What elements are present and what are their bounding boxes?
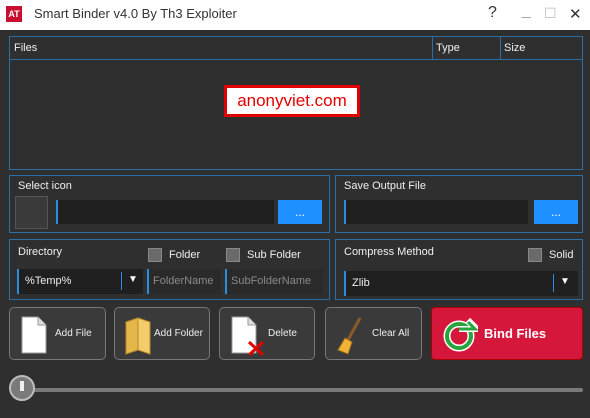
compress-method-label: Compress Method	[344, 246, 434, 258]
close-button[interactable]: ✕	[569, 5, 582, 23]
subfolder-name-input[interactable]: SubFolderName	[225, 269, 323, 294]
icon-browse-button[interactable]: ...	[278, 200, 322, 224]
select-icon-label: Select icon	[18, 180, 72, 192]
chevron-down-icon: ▼	[128, 274, 138, 285]
icon-path-input[interactable]	[56, 200, 274, 224]
delete-label: Delete	[268, 328, 297, 339]
clear-all-label: Clear All	[372, 328, 410, 339]
solid-checkbox-label: Solid	[549, 249, 574, 261]
alert-icon	[20, 381, 24, 391]
progress-bar[interactable]	[9, 375, 583, 405]
column-type[interactable]: Type	[436, 42, 460, 54]
broom-icon	[337, 317, 362, 355]
minimize-button[interactable]: _	[522, 2, 531, 20]
chevron-down-icon: ▼	[560, 276, 570, 287]
solid-checkbox[interactable]	[528, 248, 542, 262]
file-icon	[21, 316, 47, 354]
app-icon: AT	[6, 6, 22, 22]
output-path-input[interactable]	[344, 200, 528, 224]
select-icon-panel: Select icon ...	[9, 175, 330, 233]
maximize-button[interactable]: ☐	[544, 5, 557, 22]
compress-select[interactable]: Zlib ▼	[344, 271, 578, 296]
folder-name-input[interactable]: FolderName	[147, 269, 221, 294]
column-files[interactable]: Files	[14, 42, 37, 54]
add-folder-label: Add Folder	[154, 328, 203, 339]
delete-button[interactable]: Delete	[219, 307, 315, 360]
directory-select[interactable]: %Temp% ▼	[17, 269, 143, 294]
folder-checkbox-label: Folder	[169, 249, 201, 261]
bind-files-button[interactable]: Bind Files	[431, 307, 583, 360]
files-table-header: Files Type Size	[10, 37, 582, 60]
clear-all-button[interactable]: Clear All	[325, 307, 422, 360]
add-folder-button[interactable]: Add Folder	[114, 307, 210, 360]
save-output-label: Save Output File	[344, 180, 426, 192]
folder-icon	[125, 317, 151, 355]
directory-panel: Directory Folder Sub Folder %Temp% ▼ Fol…	[9, 239, 330, 300]
icon-preview	[15, 196, 48, 229]
output-browse-button[interactable]: ...	[534, 200, 578, 224]
title-bar: AT Smart Binder v4.0 By Th3 Exploiter ? …	[0, 0, 590, 30]
column-size[interactable]: Size	[504, 42, 525, 54]
subfolder-checkbox[interactable]	[226, 248, 240, 262]
files-table[interactable]: Files Type Size anonyviet.com	[9, 36, 583, 170]
window-title: Smart Binder v4.0 By Th3 Exploiter	[34, 6, 237, 21]
bind-files-label: Bind Files	[484, 326, 547, 341]
watermark-logo: anonyviet.com	[224, 85, 360, 117]
directory-label: Directory	[18, 246, 63, 258]
progress-track	[31, 388, 583, 392]
directory-select-value: %Temp%	[25, 275, 72, 287]
compress-panel: Compress Method Solid Zlib ▼	[335, 239, 583, 300]
save-output-panel: Save Output File ...	[335, 175, 583, 233]
slider-handle[interactable]	[9, 375, 35, 401]
subfolder-checkbox-label: Sub Folder	[247, 249, 301, 261]
help-button[interactable]: ?	[488, 4, 497, 22]
add-file-button[interactable]: Add File	[9, 307, 106, 360]
folder-checkbox[interactable]	[148, 248, 162, 262]
add-file-label: Add File	[55, 328, 92, 339]
compress-select-value: Zlib	[352, 277, 370, 289]
bind-refresh-icon	[443, 317, 478, 352]
delete-file-icon	[231, 316, 265, 356]
